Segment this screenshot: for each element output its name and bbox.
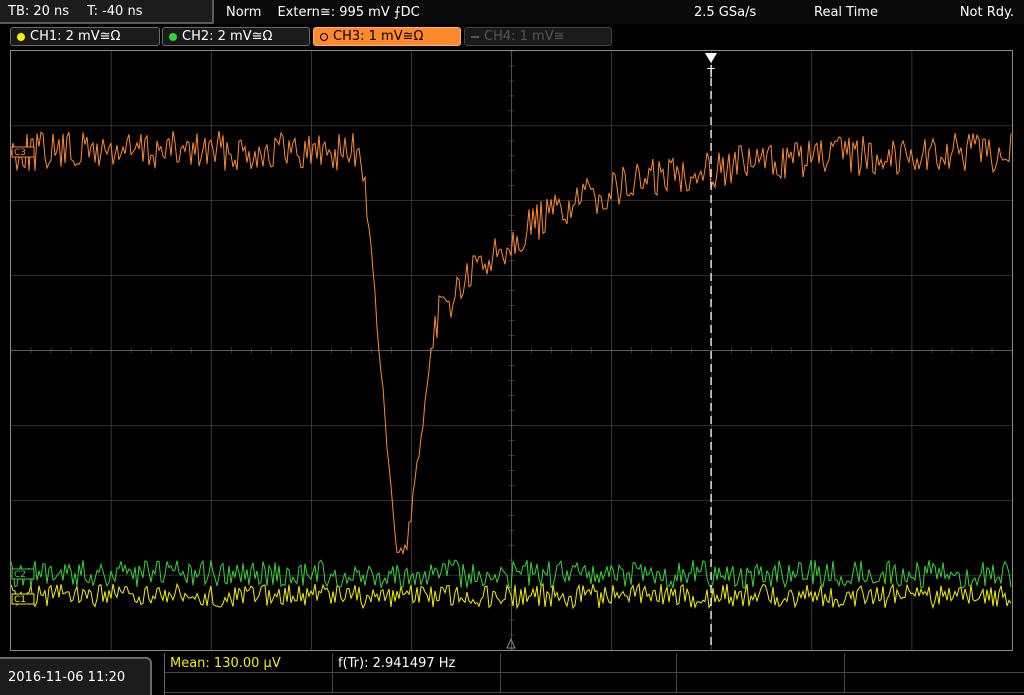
traces [10,130,1012,610]
ch3-reference-marker[interactable]: C3 [11,146,35,158]
channel-ch3-label: CH3: 1 mV≅Ω [333,29,424,44]
ch4-color-dot [471,35,479,38]
timebase-value: TB: 20 ns [8,3,70,19]
measurement-row-1: Mean: 130.00 μV f(Tr): 2.941497 Hz [165,653,1024,673]
measurement-slot-4[interactable] [677,653,845,673]
trigger-mode: Norm [226,4,262,20]
trigger-marker-label: T [706,66,715,80]
measurement-row-2 [165,673,1024,693]
mean-measurement[interactable]: Mean: 130.00 μV [165,653,333,673]
trace-ch3 [10,130,1012,556]
trace-ch2 [10,558,1012,590]
trigger-panel[interactable]: Norm Extern≅: 995 mV ⨍DC 2.5 GSa/s Real … [216,0,1024,24]
channel-ch4-label: CH4: 1 mV≅ [484,29,565,44]
measurement-slot-7[interactable] [333,673,501,693]
ch1-reference-label: C1 [14,595,26,605]
ch3-reference-label: C3 [14,148,26,158]
channel-ch2-label: CH2: 2 mV≅Ω [182,29,273,44]
measurement-slot-6[interactable] [165,673,333,693]
acquisition-status: Not Rdy. [959,4,1014,20]
channel-bar: CH1: 2 mV≅Ω CH2: 2 mV≅Ω CH3: 1 mV≅Ω CH4:… [0,26,1024,48]
ch2-reference-label: C2 [14,570,26,580]
datetime-panel[interactable]: 2016-11-06 11:20 [0,657,152,695]
measurement-slot-8[interactable] [501,673,677,693]
graticule [10,50,1013,651]
channel-ch1-button[interactable]: CH1: 2 mV≅Ω [10,27,160,46]
mean-measurement-value: Mean: 130.00 μV [170,655,281,671]
center-reference-icon [506,637,516,649]
datetime-value: 2016-11-06 11:20 [8,669,126,685]
waveform-display[interactable]: T C3 C2 C1 [10,50,1013,651]
trigger-source: Extern≅: 995 mV ⨍DC [277,4,420,20]
frequency-measurement[interactable]: f(Tr): 2.941497 Hz [333,653,501,673]
status-bar: TB: 20 ns T: -40 ns Norm Extern≅: 995 mV… [0,0,1024,24]
timebase-panel[interactable]: TB: 20 ns T: -40 ns [0,0,214,24]
measurement-slot-3[interactable] [501,653,677,673]
bottom-bar: 2016-11-06 11:20 Mean: 130.00 μV f(Tr): … [0,651,1024,695]
channel-ch3-button[interactable]: CH3: 1 mV≅Ω [313,27,461,46]
trigger-offset-value: T: -40 ns [87,3,143,19]
measurement-panel[interactable]: Mean: 130.00 μV f(Tr): 2.941497 Hz [164,653,1024,695]
ch2-reference-marker[interactable]: C2 [11,568,35,580]
ch2-color-dot [169,32,177,41]
waveform-svg: T C3 C2 C1 [10,50,1013,651]
acquisition-mode: Real Time [814,4,878,20]
ch1-reference-marker[interactable]: C1 [11,593,35,605]
ch1-color-dot [17,32,25,41]
measurement-slot-5[interactable] [845,653,1024,673]
sample-rate: 2.5 GSa/s [694,4,757,20]
channel-ch4-button[interactable]: CH4: 1 mV≅ [464,27,612,46]
measurement-slot-9[interactable] [677,673,845,693]
measurement-slot-10[interactable] [845,673,1024,693]
frequency-measurement-value: f(Tr): 2.941497 Hz [338,655,456,671]
ch3-color-dot [320,32,328,41]
channel-ch1-label: CH1: 2 mV≅Ω [30,29,121,44]
channel-ch2-button[interactable]: CH2: 2 mV≅Ω [162,27,310,46]
trigger-arrow-icon[interactable] [705,53,717,63]
